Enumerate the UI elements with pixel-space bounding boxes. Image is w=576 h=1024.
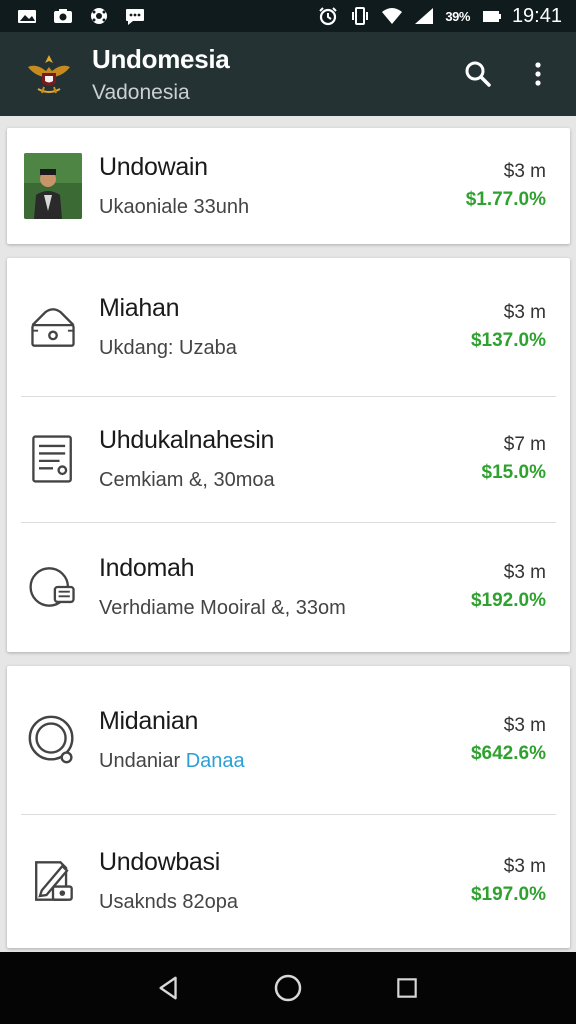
item-price: $3 m <box>503 562 546 583</box>
item-change: $137.0% <box>470 330 546 351</box>
item-change: $197.0% <box>470 884 546 905</box>
document-icon <box>23 426 83 492</box>
coin-icon <box>23 554 83 620</box>
list-item[interactable]: Uhdukalnahesin Cemkiam &, 30moa $7 m $15… <box>7 396 570 522</box>
wallet-icon <box>23 294 83 360</box>
item-price: $3 m <box>503 161 546 182</box>
battery-icon <box>480 6 502 26</box>
signal-icon <box>413 6 435 26</box>
image-icon <box>16 6 38 26</box>
item-price: $3 m <box>503 715 546 736</box>
wifi-icon <box>381 6 403 26</box>
status-bar: 39% 19:41 <box>0 0 576 32</box>
search-button[interactable] <box>456 52 500 96</box>
back-button[interactable] <box>145 964 193 1012</box>
item-title: Indomah <box>99 554 195 582</box>
item-change: $15.0% <box>481 462 546 483</box>
card: Undowain Ukaoniale 33unh $3 m $1.77.0% <box>7 128 570 244</box>
item-subtitle: Usaknds 82opa <box>99 891 238 913</box>
home-circle-icon <box>274 974 302 1002</box>
item-subtitle-text: Undaniar <box>99 750 181 772</box>
back-triangle-icon <box>159 976 178 1000</box>
item-title: Uhdukalnahesin <box>99 426 275 454</box>
item-price: $3 m <box>503 302 546 323</box>
list-item[interactable]: Miahan Ukdang: Uzaba $3 m $137.0% <box>7 258 570 396</box>
app-titles: Undomesia Vadonesia <box>92 44 440 105</box>
ring-icon <box>23 707 83 773</box>
vibrate-icon <box>349 6 371 26</box>
app-title: Undomesia <box>92 43 230 74</box>
item-subtitle: Ukaoniale 33unh <box>99 196 250 218</box>
item-change: $1.77.0% <box>465 189 546 210</box>
item-subtitle: Cemkiam &, 30moa <box>99 469 275 491</box>
home-button[interactable] <box>264 964 312 1012</box>
list-item[interactable]: Undowain Ukaoniale 33unh $3 m $1.77.0% <box>7 128 570 244</box>
content-list: Undowain Ukaoniale 33unh $3 m $1.77.0% M… <box>7 128 570 962</box>
settings-icon <box>88 6 110 26</box>
item-title: Undowbasi <box>99 848 220 876</box>
card: Miahan Ukdang: Uzaba $3 m $137.0% Uhduka… <box>7 258 570 652</box>
search-icon <box>465 61 491 87</box>
item-title: Undowain <box>99 153 208 181</box>
overflow-menu-button[interactable] <box>516 52 560 96</box>
item-subtitle: Ukdang: Uzaba <box>99 337 237 359</box>
more-vert-icon <box>535 62 541 86</box>
chat-icon <box>124 6 146 26</box>
item-title: Miahan <box>99 294 180 322</box>
garuda-logo-icon <box>24 49 74 99</box>
app-bar: Undomesia Vadonesia <box>0 32 576 116</box>
profile-photo <box>23 153 83 219</box>
item-change: $192.0% <box>470 590 546 611</box>
recents-button[interactable] <box>383 964 431 1012</box>
item-title: Midanian <box>99 707 199 735</box>
recents-square-icon <box>396 978 417 998</box>
list-item[interactable]: Undowbasi Usaknds 82opa $3 m $197.0% <box>7 814 570 948</box>
edit-icon <box>23 848 83 914</box>
item-change: $642.6% <box>470 743 546 764</box>
app-subtitle: Vadonesia <box>92 80 190 104</box>
camera-icon <box>52 6 74 26</box>
list-item[interactable]: Indomah Verhdiame Mooiral &, 33om $3 m $… <box>7 522 570 652</box>
card: Midanian Undaniar Danaa $3 m $642.6% Und… <box>7 666 570 948</box>
item-price: $7 m <box>503 434 546 455</box>
item-subtitle-link[interactable]: Danaa <box>186 750 245 772</box>
alarm-icon <box>317 6 339 26</box>
system-navigation-bar <box>0 952 576 1024</box>
list-item[interactable]: Midanian Undaniar Danaa $3 m $642.6% <box>7 666 570 814</box>
item-subtitle: Undaniar Danaa <box>99 750 471 773</box>
item-subtitle: Verhdiame Mooiral &, 33om <box>99 597 346 619</box>
clock: 19:41 <box>511 4 562 27</box>
battery-percent: 39% <box>445 8 470 24</box>
item-price: $3 m <box>503 856 546 877</box>
